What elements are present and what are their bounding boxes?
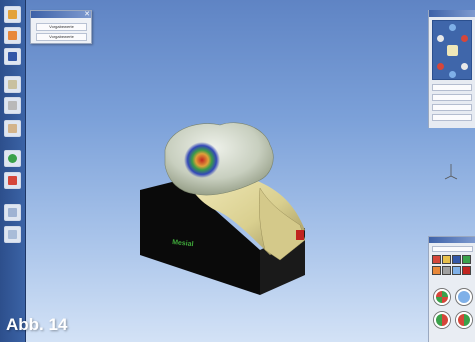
view-down-icon[interactable] xyxy=(449,71,456,78)
navigation-panel xyxy=(428,10,475,128)
view-left-icon[interactable] xyxy=(437,35,444,42)
display-option-row[interactable] xyxy=(432,246,473,252)
model-side-marker xyxy=(296,230,304,240)
view-bottom-left-icon[interactable] xyxy=(437,63,444,70)
cross-section-icon[interactable] xyxy=(4,150,21,167)
toggle-transparency-icon[interactable] xyxy=(456,289,472,305)
measure-icon[interactable] xyxy=(4,120,21,137)
contact-map xyxy=(184,142,220,178)
save-icon[interactable] xyxy=(4,48,21,65)
tool-panel-titlebar xyxy=(31,11,91,18)
color-swatch-orange[interactable] xyxy=(432,266,441,275)
tool-panel-button-2[interactable]: Vorgabewerte xyxy=(36,33,87,41)
view-center-icon[interactable] xyxy=(447,45,458,56)
left-toolbar xyxy=(0,0,26,342)
home-icon[interactable] xyxy=(4,6,21,23)
toggle-occlusion-icon[interactable] xyxy=(434,289,450,305)
color-swatch-dark-red[interactable] xyxy=(462,266,471,275)
color-swatch-gray[interactable] xyxy=(442,266,451,275)
grid-icon[interactable] xyxy=(4,97,21,114)
display-panel-titlebar xyxy=(429,237,475,243)
navigation-panel-titlebar xyxy=(429,10,475,17)
color-map-icon[interactable] xyxy=(4,172,21,189)
dental-model-view[interactable]: Mesial xyxy=(120,110,320,300)
zoom-icon[interactable] xyxy=(4,204,21,221)
view-up-icon[interactable] xyxy=(449,24,456,31)
color-swatch-green[interactable] xyxy=(462,255,471,264)
toggle-contacts-icon[interactable] xyxy=(434,312,450,328)
axis-indicator xyxy=(444,164,458,180)
display-panel xyxy=(428,236,475,342)
figure-caption: Abb. 14 xyxy=(6,315,68,334)
settings-icon[interactable] xyxy=(4,226,21,243)
color-swatch-yellow[interactable] xyxy=(442,255,451,264)
nav-option-3[interactable] xyxy=(432,104,472,111)
view-navigator[interactable] xyxy=(432,20,472,80)
view-right-icon[interactable] xyxy=(461,35,468,42)
nav-option-1[interactable] xyxy=(432,84,472,91)
color-swatch-blue[interactable] xyxy=(452,255,461,264)
view-bottom-right-icon[interactable] xyxy=(461,63,468,70)
color-swatch-light-blue[interactable] xyxy=(452,266,461,275)
tool-panel-button-1[interactable]: Vorgabewerte xyxy=(36,23,87,31)
toggle-distance-icon[interactable] xyxy=(456,312,472,328)
nav-option-4[interactable] xyxy=(432,114,472,121)
tool-panel: ✕ Vorgabewerte Vorgabewerte xyxy=(30,10,92,44)
layers-icon[interactable] xyxy=(4,76,21,93)
color-swatch-red[interactable] xyxy=(432,255,441,264)
close-icon[interactable]: ✕ xyxy=(84,10,90,18)
nav-option-2[interactable] xyxy=(432,94,472,101)
color-icon[interactable] xyxy=(4,27,21,44)
